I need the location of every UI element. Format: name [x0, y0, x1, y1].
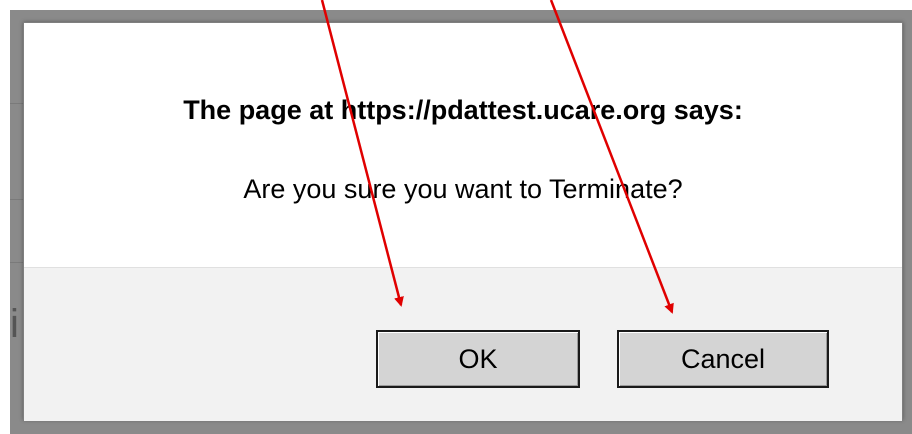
dialog-title: The page at https://pdattest.ucare.org s…: [183, 95, 743, 125]
ok-button[interactable]: OK: [376, 330, 580, 388]
dialog-message: Are you sure you want to Terminate?: [243, 174, 683, 204]
alert-dialog: The page at https://pdattest.ucare.org s…: [23, 22, 903, 421]
dialog-body: The page at https://pdattest.ucare.org s…: [24, 23, 902, 267]
cancel-button[interactable]: Cancel: [617, 330, 829, 388]
screen: i The page at https://pdattest.ucare.org…: [0, 0, 912, 434]
backdrop-partial-text: i: [10, 302, 19, 346]
dialog-footer: OK Cancel: [24, 267, 902, 421]
